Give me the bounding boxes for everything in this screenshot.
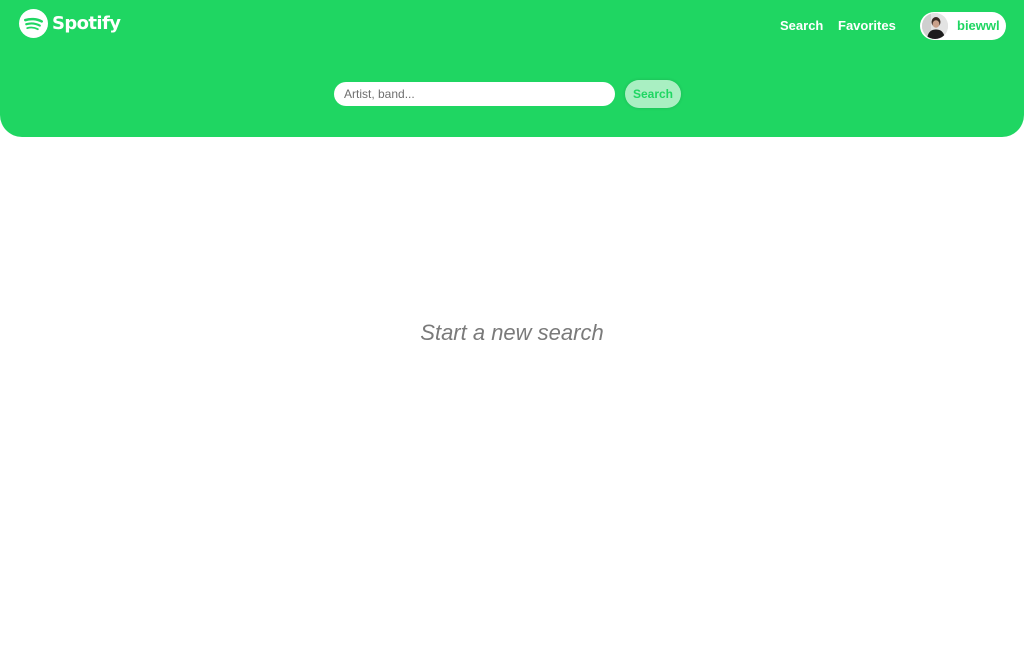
spotify-logo-icon — [19, 9, 48, 38]
nav-favorites-link[interactable]: Favorites — [838, 19, 896, 33]
nav-search-link[interactable]: Search — [780, 19, 823, 33]
brand-name: Spotify — [52, 13, 121, 34]
user-avatar-icon — [922, 13, 948, 39]
username: biewwl — [957, 18, 1000, 33]
empty-state-message: Start a new search — [420, 320, 604, 345]
avatar — [922, 13, 948, 39]
search-input[interactable] — [334, 82, 615, 106]
user-profile-button[interactable]: biewwl — [920, 12, 1006, 40]
search-button[interactable]: Search — [625, 80, 681, 108]
brand-logo[interactable]: Spotify — [19, 9, 121, 38]
top-header: Spotify Search Favorites biewwl Search — [0, 0, 1024, 137]
